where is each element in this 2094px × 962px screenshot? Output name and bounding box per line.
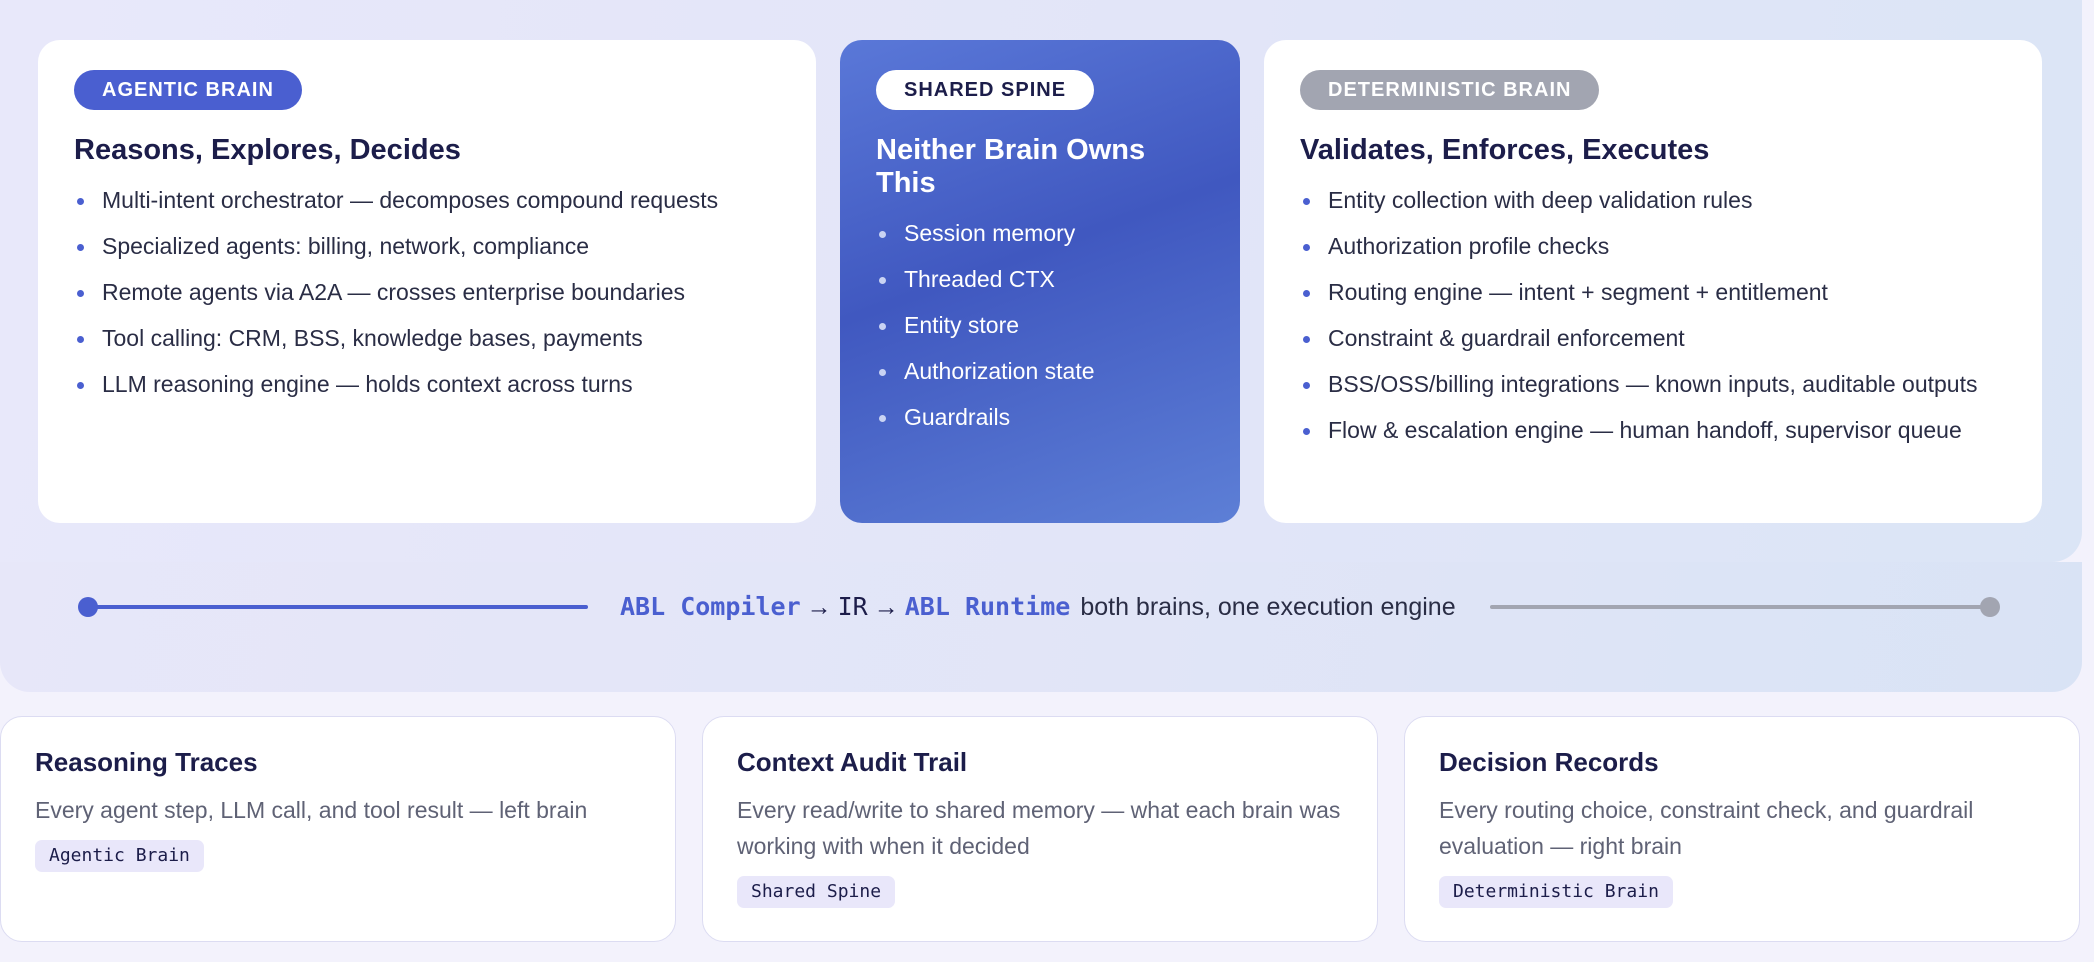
list-item: Entity collection with deep validation r… <box>1300 183 2006 218</box>
context-audit-trail-title: Context Audit Trail <box>737 747 968 777</box>
ir-label: IR <box>837 592 868 621</box>
list-item: Threaded CTX <box>876 262 1204 297</box>
shared-spine-list: Session memory Threaded CTX Entity store… <box>876 216 1204 435</box>
list-item: Specialized agents: billing, network, co… <box>74 229 780 264</box>
agentic-brain-tag: Agentic Brain <box>35 840 204 872</box>
reasoning-traces-desc: Every agent step, LLM call, and tool res… <box>35 797 588 823</box>
deterministic-connector-line <box>1490 605 1990 609</box>
list-item: Routing engine — intent + segment + enti… <box>1300 275 2006 310</box>
agentic-brain-card: AGENTIC BRAIN Reasons, Explores, Decides… <box>38 40 816 523</box>
context-audit-trail-card: Context Audit Trail Every read/write to … <box>702 716 1378 942</box>
list-item: Authorization profile checks <box>1300 229 2006 264</box>
list-item: Constraint & guardrail enforcement <box>1300 321 2006 356</box>
list-item: Multi-intent orchestrator — decomposes c… <box>74 183 780 218</box>
pipeline-tagline: both brains, one execution engine <box>1080 593 1456 621</box>
deterministic-brain-list: Entity collection with deep validation r… <box>1300 183 2006 448</box>
shared-spine-pill: SHARED SPINE <box>876 70 1095 110</box>
list-item: Guardrails <box>876 400 1204 435</box>
agentic-connector-line <box>88 605 588 609</box>
deterministic-brain-pill: DETERMINISTIC BRAIN <box>1300 70 1600 110</box>
decision-records-desc: Every routing choice, constraint check, … <box>1439 797 1974 859</box>
list-item: Authorization state <box>876 354 1204 389</box>
decision-records-card: Decision Records Every routing choice, c… <box>1404 716 2080 942</box>
list-item: Entity store <box>876 308 1204 343</box>
shared-spine-tag: Shared Spine <box>737 876 896 908</box>
deterministic-connector-dot <box>1980 597 2000 617</box>
reasoning-traces-title: Reasoning Traces <box>35 747 258 777</box>
pipeline-panel <box>0 562 2082 692</box>
context-audit-trail-desc: Every read/write to shared memory — what… <box>737 797 1341 859</box>
decision-records-title: Decision Records <box>1439 747 1659 777</box>
abl-runtime-label: ABL Runtime <box>904 592 1071 621</box>
arrow-right-icon: → <box>806 593 832 621</box>
agentic-brain-pill: AGENTIC BRAIN <box>74 70 302 110</box>
deterministic-brain-tag: Deterministic Brain <box>1439 876 1673 908</box>
deterministic-brain-card: DETERMINISTIC BRAIN Validates, Enforces,… <box>1264 40 2042 523</box>
list-item: LLM reasoning engine — holds context acr… <box>74 367 780 402</box>
agentic-connector-dot <box>78 597 98 617</box>
deterministic-brain-title: Validates, Enforces, Executes <box>1300 134 1710 166</box>
shared-spine-title: Neither Brain Owns This <box>876 134 1146 199</box>
list-item: Session memory <box>876 216 1204 251</box>
agentic-brain-list: Multi-intent orchestrator — decomposes c… <box>74 183 780 402</box>
list-item: BSS/OSS/billing integrations — known inp… <box>1300 367 2006 402</box>
list-item: Tool calling: CRM, BSS, knowledge bases,… <box>74 321 780 356</box>
abl-compiler-label: ABL Compiler <box>620 592 801 621</box>
list-item: Remote agents via A2A — crosses enterpri… <box>74 275 780 310</box>
compiler-pipeline: ABL Compiler → IR → ABL Runtime both brains, … <box>620 588 1456 626</box>
arrow-right-icon: → <box>873 593 899 621</box>
shared-spine-card: SHARED SPINE Neither Brain Owns This Ses… <box>840 40 1240 523</box>
list-item: Flow & escalation engine — human handoff… <box>1300 413 2006 448</box>
reasoning-traces-card: Reasoning Traces Every agent step, LLM c… <box>0 716 676 942</box>
agentic-brain-title: Reasons, Explores, Decides <box>74 134 461 166</box>
